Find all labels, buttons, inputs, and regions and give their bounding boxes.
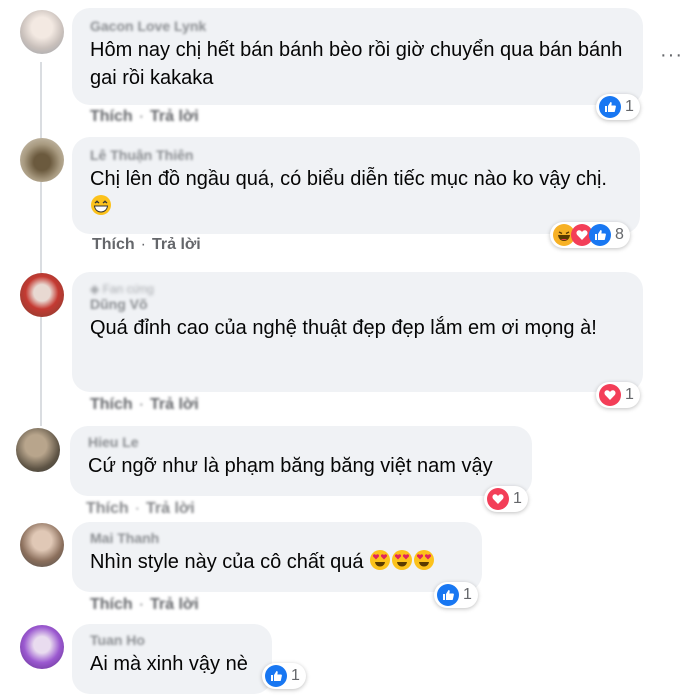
like-reaction-icon [437, 584, 459, 606]
comment-actions: Thích · Trả lời [86, 500, 195, 518]
comment-bubble: Gacon Love Lynk Hôm nay chị hết bán bánh… [72, 8, 643, 105]
heart-eyes-emoji-icon [413, 549, 435, 579]
love-reaction-icon [487, 488, 509, 510]
like-button[interactable]: Thích [92, 236, 135, 253]
reaction-summary[interactable]: 1 [596, 382, 640, 408]
comment-author[interactable]: Hieu Le [88, 434, 516, 450]
comment-bubble: Hieu Le Cứ ngỡ như là phạm băng băng việ… [70, 426, 532, 496]
comment-author[interactable]: Gacon Love Lynk [90, 18, 627, 34]
comment-actions: Thích · Trả lời [90, 396, 199, 414]
comment-bubble: Mai Thanh Nhìn style này của cô chất quá [72, 522, 482, 592]
like-button[interactable]: Thích [90, 596, 133, 613]
more-options-icon[interactable]: ··· [660, 44, 683, 67]
comment-text: Quá đỉnh cao của nghệ thuật đẹp đẹp lắm … [90, 317, 597, 339]
separator: · [134, 500, 140, 517]
comment-author[interactable]: Tuan Ho [90, 632, 256, 648]
reaction-count: 1 [513, 490, 522, 507]
avatar[interactable] [20, 625, 64, 669]
reaction-count: 1 [463, 586, 472, 603]
reply-button[interactable]: Trả lời [150, 596, 199, 613]
avatar[interactable] [20, 10, 64, 54]
reaction-summary[interactable]: 1 [484, 486, 528, 512]
grin-emoji-icon [90, 194, 112, 224]
comment-author[interactable]: Mai Thanh [90, 530, 466, 546]
thread-line [40, 62, 42, 426]
reply-button[interactable]: Trả lời [146, 500, 195, 517]
reply-button[interactable]: Trả lời [150, 108, 199, 125]
reply-button[interactable]: Trả lời [152, 236, 201, 253]
like-reaction-icon [589, 224, 611, 246]
reaction-count: 8 [615, 226, 624, 243]
separator: · [140, 236, 146, 253]
reaction-count: 1 [291, 667, 300, 684]
reaction-summary[interactable]: 1 [596, 94, 640, 120]
like-reaction-icon [599, 96, 621, 118]
reaction-count: 1 [625, 98, 634, 115]
like-button[interactable]: Thích [90, 396, 133, 413]
avatar[interactable] [16, 428, 60, 472]
heart-eyes-emoji-icon [369, 549, 391, 579]
reaction-summary[interactable]: 1 [434, 582, 478, 608]
like-button[interactable]: Thích [86, 500, 129, 517]
comment-actions: Thích · Trả lời [90, 108, 199, 126]
comment-text: Cứ ngỡ như là phạm băng băng việt nam vậ… [88, 455, 493, 477]
comment-bubble: Tuan Ho Ai mà xinh vậy nè [72, 624, 272, 694]
comment-actions: Thích · Trả lời [90, 596, 199, 614]
comment-bubble: Lê Thuận Thiên Chị lên đồ ngầu quá, có b… [72, 137, 640, 234]
avatar[interactable] [20, 138, 64, 182]
comment-text: Chị lên đồ ngầu quá, có biểu diễn tiếc m… [90, 165, 624, 224]
like-reaction-icon [265, 665, 287, 687]
love-reaction-icon [599, 384, 621, 406]
fan-badge: ◆ Fan cứng [90, 282, 154, 296]
separator: · [138, 596, 144, 613]
comment-author[interactable]: Dũng Võ [90, 296, 627, 312]
comment-author[interactable]: Lê Thuận Thiên [90, 147, 624, 163]
comment-text: Nhìn style này của cô chất quá [90, 548, 466, 579]
comment-bubble: ◆ Fan cứng Dũng Võ Quá đỉnh cao của nghệ… [72, 272, 643, 392]
heart-eyes-emoji-icon [391, 549, 413, 579]
like-button[interactable]: Thích [90, 108, 133, 125]
comment-text: Ai mà xinh vậy nè [90, 653, 248, 675]
avatar[interactable] [20, 273, 64, 317]
separator: · [138, 396, 144, 413]
comment-actions: Thích · Trả lời [92, 236, 201, 254]
reaction-summary[interactable]: 8 [550, 222, 630, 248]
reaction-summary[interactable]: 1 [262, 663, 306, 689]
avatar[interactable] [20, 523, 64, 567]
separator: · [138, 108, 144, 125]
comment-text: Hôm nay chị hết bán bánh bèo rồi giờ chu… [90, 39, 623, 89]
reaction-count: 1 [625, 386, 634, 403]
reply-button[interactable]: Trả lời [150, 396, 199, 413]
